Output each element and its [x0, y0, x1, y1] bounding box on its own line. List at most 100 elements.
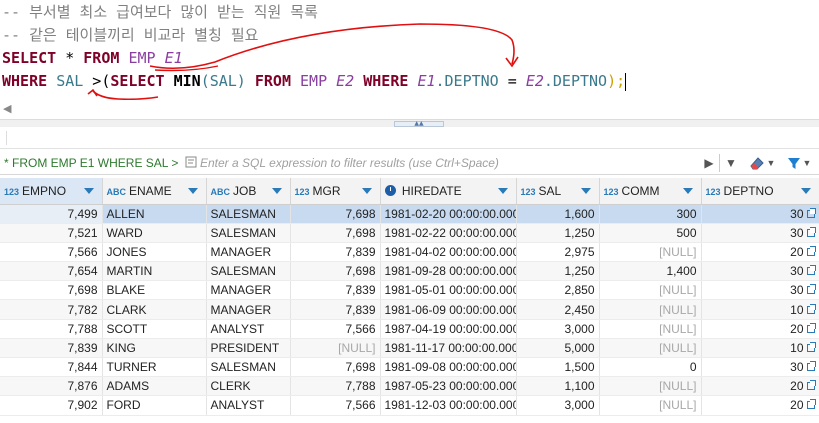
open-reference-icon[interactable]	[806, 284, 816, 295]
cell-hiredate[interactable]: 1987-05-23 00:00:00.000	[380, 376, 517, 397]
cell-hiredate[interactable]: 1981-09-08 00:00:00.000	[380, 357, 517, 378]
column-header-mgr[interactable]: 123 MGR	[290, 178, 381, 205]
table-row[interactable]: 7,782 CLARK MANAGER 7,839 1981-06-09 00:00:0…	[0, 299, 819, 320]
cell-hiredate[interactable]: 1981-12-03 00:00:00.000	[380, 395, 517, 416]
cell-ename[interactable]: FORD	[102, 395, 207, 416]
cell-job[interactable]: PRESIDENT	[206, 338, 291, 359]
cell-comm[interactable]: [NULL]	[599, 280, 702, 301]
cell-comm[interactable]: [NULL]	[599, 376, 702, 397]
column-menu-icon[interactable]	[187, 188, 198, 194]
table-row[interactable]: 7,566 JONES MANAGER 7,839 1981-04-02 00:00:0…	[0, 242, 819, 263]
cell-comm[interactable]: [NULL]	[599, 338, 702, 359]
cell-deptno[interactable]: 30	[701, 204, 819, 224]
cell-job[interactable]: ANALYST	[206, 395, 291, 416]
open-reference-icon[interactable]	[806, 226, 816, 237]
cell-deptno[interactable]: 20	[701, 395, 819, 416]
cell-mgr[interactable]: 7,698	[290, 357, 381, 378]
cell-mgr[interactable]: [NULL]	[290, 338, 381, 359]
cell-sal[interactable]: 2,975	[516, 242, 600, 263]
cell-sal[interactable]: 2,450	[516, 299, 600, 320]
cell-hiredate[interactable]: 1981-09-28 00:00:00.000	[380, 261, 517, 282]
cell-comm[interactable]: [NULL]	[599, 242, 702, 263]
cell-job[interactable]: MANAGER	[206, 299, 291, 320]
open-reference-icon[interactable]	[806, 303, 816, 314]
cell-hiredate[interactable]: 1981-11-17 00:00:00.000	[380, 338, 517, 359]
cell-deptno[interactable]: 30	[701, 280, 819, 301]
cell-mgr[interactable]: 7,839	[290, 242, 381, 263]
cell-empno[interactable]: 7,844	[0, 357, 103, 378]
cell-job[interactable]: CLERK	[206, 376, 291, 397]
cell-empno[interactable]: 7,788	[0, 319, 103, 339]
table-row[interactable]: 7,788 SCOTT ANALYST 7,566 1987-04-19 00:00:0…	[0, 319, 819, 339]
table-row[interactable]: 7,499 ALLEN SALESMAN 7,698 1981-02-20 00:00:…	[0, 204, 819, 224]
filter-history-dropdown-icon[interactable]: ▼	[724, 154, 738, 172]
cell-job[interactable]: ANALYST	[206, 319, 291, 339]
cell-deptno[interactable]: 30	[701, 223, 819, 243]
cell-ename[interactable]: BLAKE	[102, 280, 207, 301]
cell-mgr[interactable]: 7,698	[290, 261, 381, 282]
eraser-dropdown-icon[interactable]: ▼	[766, 154, 776, 172]
cell-mgr[interactable]: 7,566	[290, 395, 381, 416]
funnel-dropdown-icon[interactable]: ▼	[802, 154, 812, 172]
cell-job[interactable]: SALESMAN	[206, 261, 291, 282]
scroll-left-icon[interactable]: ◀	[3, 102, 11, 115]
cell-empno[interactable]: 7,782	[0, 299, 103, 320]
results-grid[interactable]: 123 EMPNO ABC ENAME ABC JOB 123 MGR HIREDATE…	[0, 178, 819, 416]
open-reference-icon[interactable]	[806, 265, 816, 276]
table-row[interactable]: 7,521 WARD SALESMAN 7,698 1981-02-22 00:00:0…	[0, 223, 819, 243]
column-header-job[interactable]: ABC JOB	[206, 178, 291, 205]
table-row[interactable]: 7,876 ADAMS CLERK 7,788 1987-05-23 00:00:00.…	[0, 376, 819, 397]
cell-sal[interactable]: 1,500	[516, 357, 600, 378]
cell-hiredate[interactable]: 1981-04-02 00:00:00.000	[380, 242, 517, 263]
cell-comm[interactable]: 300	[599, 204, 702, 224]
open-reference-icon[interactable]	[806, 341, 816, 352]
cell-hiredate[interactable]: 1981-06-09 00:00:00.000	[380, 299, 517, 320]
open-reference-icon[interactable]	[806, 361, 816, 372]
cell-ename[interactable]: ALLEN	[102, 204, 207, 224]
cell-hiredate[interactable]: 1981-05-01 00:00:00.000	[380, 280, 517, 301]
cell-deptno[interactable]: 10	[701, 299, 819, 320]
column-header-sal[interactable]: 123 SAL	[516, 178, 600, 205]
cell-sal[interactable]: 1,250	[516, 223, 600, 243]
column-menu-icon[interactable]	[682, 188, 693, 194]
table-row[interactable]: 7,902 FORD ANALYST 7,566 1981-12-03 00:00:00…	[0, 395, 819, 416]
column-menu-icon[interactable]	[497, 188, 508, 194]
table-row[interactable]: 7,844 TURNER SALESMAN 7,698 1981-09-08 00:00…	[0, 357, 819, 378]
panel-splitter[interactable]: ▲▲	[0, 119, 819, 127]
cell-mgr[interactable]: 7,566	[290, 319, 381, 339]
cell-empno[interactable]: 7,698	[0, 280, 103, 301]
cell-mgr[interactable]: 7,698	[290, 223, 381, 243]
cell-sal[interactable]: 5,000	[516, 338, 600, 359]
table-row[interactable]: 7,698 BLAKE MANAGER 7,839 1981-05-01 00:00:0…	[0, 280, 819, 301]
cell-comm[interactable]: [NULL]	[599, 395, 702, 416]
apply-filter-icon[interactable]: ▶	[702, 154, 716, 172]
column-header-ename[interactable]: ABC ENAME	[102, 178, 207, 205]
cell-sal[interactable]: 3,000	[516, 395, 600, 416]
column-menu-icon[interactable]	[83, 188, 94, 194]
cell-ename[interactable]: SCOTT	[102, 319, 207, 339]
cell-mgr[interactable]: 7,839	[290, 280, 381, 301]
open-reference-icon[interactable]	[806, 245, 816, 256]
cell-sal[interactable]: 2,850	[516, 280, 600, 301]
column-header-deptno[interactable]: 123 DEPTNO	[701, 178, 819, 205]
cell-job[interactable]: SALESMAN	[206, 223, 291, 243]
cell-mgr[interactable]: 7,788	[290, 376, 381, 397]
column-header-hiredate[interactable]: HIREDATE	[380, 178, 517, 205]
open-reference-icon[interactable]	[806, 322, 816, 333]
open-reference-icon[interactable]	[806, 399, 816, 410]
column-menu-icon[interactable]	[271, 188, 282, 194]
table-row[interactable]: 7,654 MARTIN SALESMAN 7,698 1981-09-28 00:00…	[0, 261, 819, 282]
cell-ename[interactable]: KING	[102, 338, 207, 359]
filter-query-label[interactable]: * FROM EMP E1 WHERE SAL >	[4, 156, 178, 170]
column-header-comm[interactable]: 123 COMM	[599, 178, 702, 205]
cell-hiredate[interactable]: 1981-02-22 00:00:00.000	[380, 223, 517, 243]
filter-input[interactable]	[200, 153, 690, 173]
cell-deptno[interactable]: 20	[701, 242, 819, 263]
cell-empno[interactable]: 7,876	[0, 376, 103, 397]
cell-mgr[interactable]: 7,839	[290, 299, 381, 320]
cell-comm[interactable]: 0	[599, 357, 702, 378]
cell-comm[interactable]: 1,400	[599, 261, 702, 282]
editor-horizontal-scrollbar[interactable]: ◀	[0, 101, 819, 119]
cell-sal[interactable]: 1,250	[516, 261, 600, 282]
cell-empno[interactable]: 7,654	[0, 261, 103, 282]
